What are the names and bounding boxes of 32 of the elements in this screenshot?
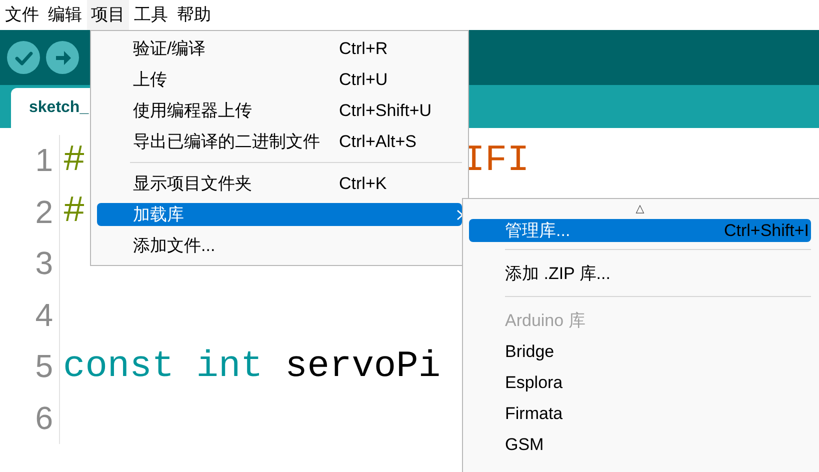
code-text: servoPi — [285, 346, 441, 388]
code-text: IFI — [462, 140, 530, 182]
menu-item[interactable]: 导出已编译的二进制文件 Ctrl+Alt+S — [97, 126, 462, 157]
menu-section-header: Arduino 库 — [504, 310, 586, 332]
menu-item[interactable]: Esplora — [469, 367, 811, 398]
scroll-up-arrow[interactable]: △ — [469, 201, 811, 217]
menu-bar-item[interactable]: 文件 — [1, 0, 43, 30]
code-text: # — [63, 191, 86, 234]
line-number: 3 — [0, 238, 60, 290]
code-text: int — [196, 346, 263, 388]
menu-item[interactable]: GSM — [469, 429, 811, 460]
menu-item[interactable]: Bridge — [469, 336, 811, 367]
check-button[interactable] — [7, 41, 40, 74]
line-number: 4 — [0, 290, 60, 341]
menu-bar-item[interactable]: 项目 — [87, 0, 129, 30]
menu-item[interactable]: 验证/编译 Ctrl+R — [97, 33, 462, 64]
line-number: 2 — [0, 186, 60, 238]
menu-item[interactable]: 添加 .ZIP 库... — [469, 258, 811, 289]
code-text: # — [63, 140, 86, 182]
line-number: 1 — [0, 135, 60, 186]
arrow-right-button[interactable] — [46, 41, 79, 74]
menu-bar-item[interactable]: 编辑 — [44, 0, 86, 30]
menu-item[interactable]: 管理库... Ctrl+Shift+I — [469, 219, 811, 242]
line-number: 5 — [0, 341, 60, 392]
menu-item[interactable]: 加载库 — [97, 203, 462, 226]
code-text: const — [63, 346, 174, 388]
menu-bar-item[interactable]: 帮助 — [173, 0, 215, 30]
menu-bar-item[interactable]: 工具 — [130, 0, 172, 30]
line-number: 6 — [0, 392, 60, 444]
menu-item[interactable]: 显示项目文件夹 Ctrl+K — [97, 168, 462, 199]
menu-item[interactable]: Firmata — [469, 398, 811, 429]
menu-item[interactable]: 添加文件... — [97, 230, 462, 261]
